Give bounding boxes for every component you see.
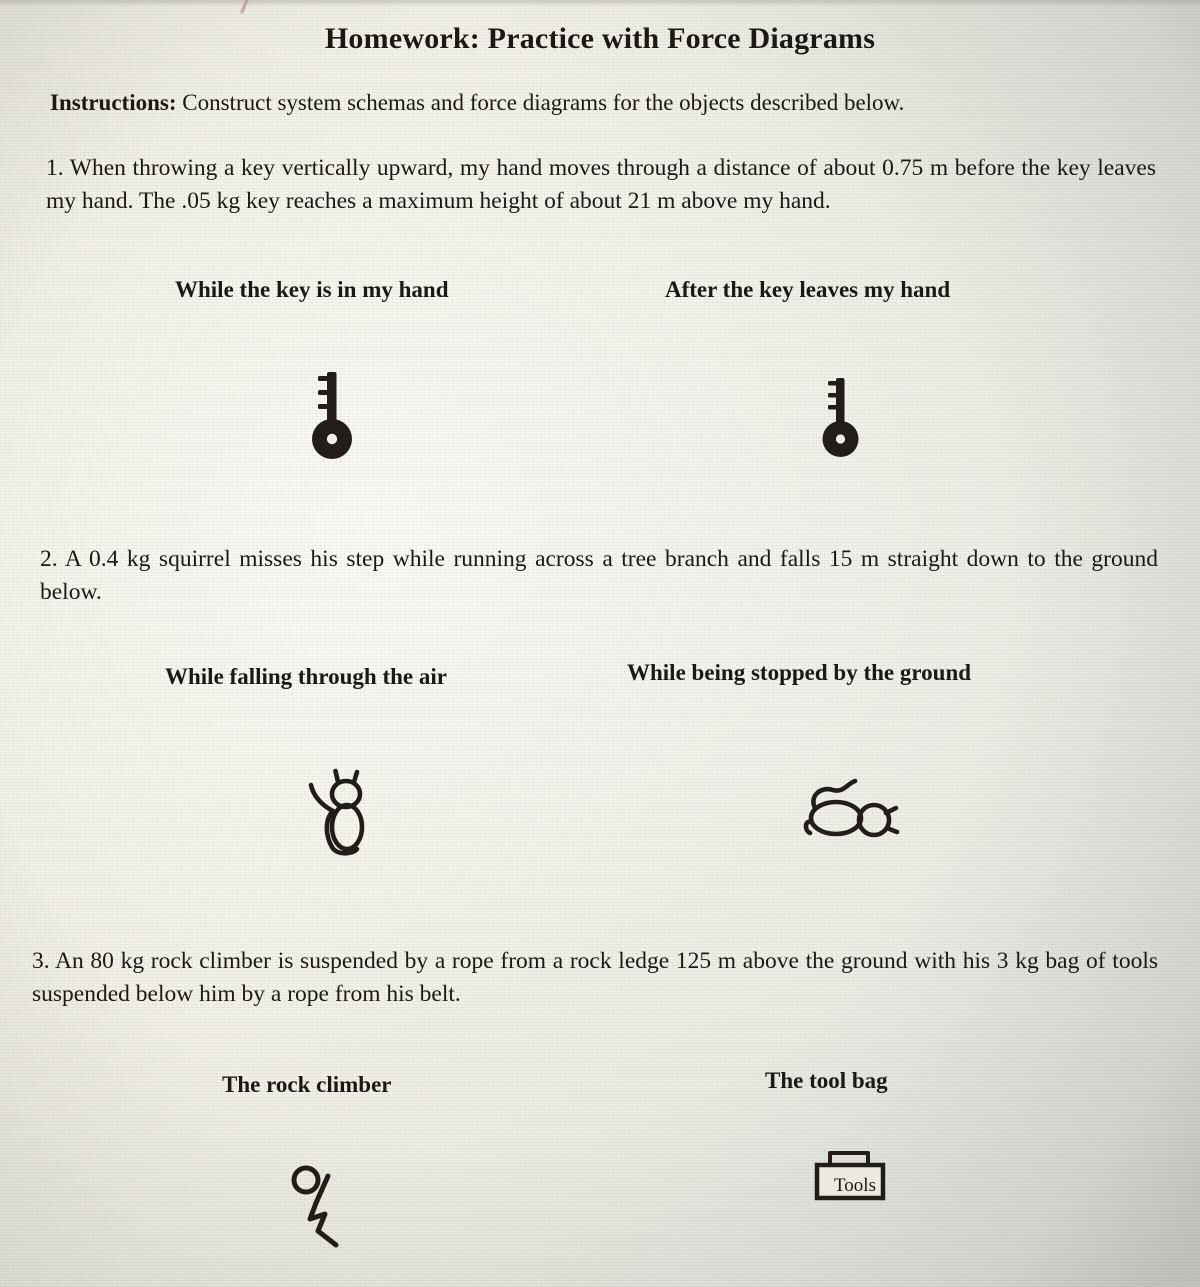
instructions-text: Construct system schemas and force diagr… — [176, 90, 905, 115]
worksheet-page: Homework: Practice with Force Diagrams I… — [0, 0, 1200, 1287]
instructions-line: Instructions: Construct system schemas a… — [50, 88, 1155, 117]
problem-1-column-2-heading: After the key leaves my hand — [665, 277, 951, 302]
problem-1-column-1-heading: While the key is in my hand — [175, 277, 449, 302]
tool-bag-icon: Tools — [812, 1143, 888, 1218]
key-icon — [300, 366, 366, 471]
problem-3-column-2-heading: The tool bag — [765, 1068, 888, 1093]
stick-figure-climber-icon — [288, 1163, 378, 1278]
problem-2-text: 2. A 0.4 kg squirrel misses his step whi… — [40, 546, 1158, 606]
key-icon — [812, 373, 870, 468]
problem-1-text: 1. When throwing a key vertically upward… — [46, 155, 1156, 215]
squirrel-fallen-icon — [795, 772, 905, 857]
page-content: Homework: Practice with Force Diagrams I… — [0, 0, 1200, 1287]
tool-bag-label: Tools — [834, 1175, 876, 1196]
problem-3-text: 3. An 80 kg rock climber is suspended by… — [32, 948, 1158, 1008]
problem-2-column-1-heading: While falling through the air — [165, 664, 447, 689]
squirrel-upright-icon — [305, 765, 383, 870]
problem-3-column-1-heading: The rock climber — [222, 1072, 392, 1097]
problem-2-column-2-heading: While being stopped by the ground — [627, 660, 972, 685]
page-title: Homework: Practice with Force Diagrams — [324, 22, 876, 55]
instructions-label: Instructions: — [50, 90, 177, 115]
